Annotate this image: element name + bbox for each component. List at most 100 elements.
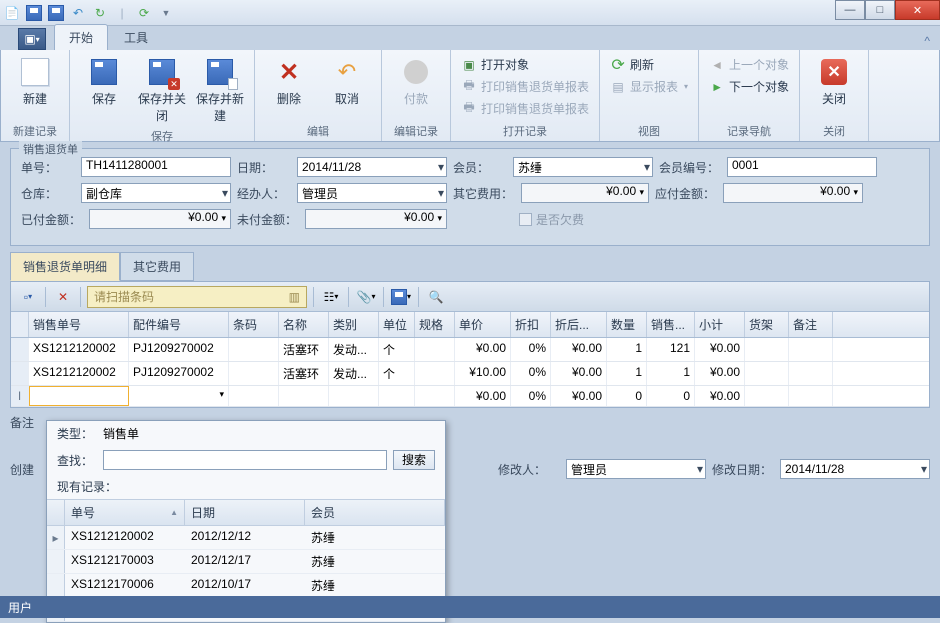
grid-row[interactable]: XS1212120002PJ1209270002活塞环发动...个¥10.000… <box>11 362 929 386</box>
label-receivable: 应付金额： <box>655 185 717 202</box>
print-report2-button: 🖶打印销售退货单报表 <box>457 98 593 119</box>
grid-col[interactable]: 小计 <box>695 312 745 337</box>
group-open-record: 打开记录 <box>457 121 593 139</box>
new-button[interactable]: 新建 <box>7 54 63 109</box>
popup-type-value: 销售单 <box>103 425 139 442</box>
label-warehouse: 仓库： <box>21 185 75 202</box>
tab-start[interactable]: 开始 <box>54 24 108 50</box>
qat-save-icon[interactable] <box>26 5 42 21</box>
grid-row[interactable]: I▾¥0.000%¥0.0000¥0.00 <box>11 386 929 407</box>
chevron-down-icon: ▾ <box>437 213 442 223</box>
popup-search-input[interactable] <box>103 450 387 470</box>
qat-refresh-icon[interactable]: ⟳ <box>136 5 152 21</box>
ib-delete-icon[interactable]: ✕ <box>52 286 74 308</box>
popup-search-label: 查找： <box>57 452 97 469</box>
label-other-fee: 其它费用： <box>453 185 515 202</box>
group-save: 保存 <box>76 126 248 144</box>
detail-toolbar: ▫▾ ✕ 请扫描条码▥ ☷▾ 📎▾ ▾ 🔍 <box>11 282 929 312</box>
grid-col[interactable]: 备注 <box>789 312 833 337</box>
chevron-down-icon: ▾ <box>921 462 927 476</box>
grid-col[interactable]: 折后... <box>551 312 607 337</box>
input-warehouse[interactable]: 副仓库▾ <box>81 183 231 203</box>
group-edit: 编辑 <box>261 121 375 139</box>
popup-col-no[interactable]: 单号▲ <box>65 500 185 525</box>
lookup-popup: 类型： 销售单 查找： 搜索 现有记录： 单号▲ 日期 会员 ▸XS121212… <box>46 420 446 623</box>
open-object-button[interactable]: ▣打开对象 <box>457 54 593 75</box>
group-nav: 记录导航 <box>705 121 793 139</box>
tab-other-fee[interactable]: 其它费用 <box>120 252 194 281</box>
ib-attach-icon[interactable]: 📎▾ <box>355 286 377 308</box>
sales-return-form: 销售退货单 单号： TH1411280001 日期： 2014/11/28▾ 会… <box>10 148 930 246</box>
grid-col[interactable]: 数量 <box>607 312 647 337</box>
grid-col[interactable]: 销售... <box>647 312 695 337</box>
grid-col[interactable]: 类别 <box>329 312 379 337</box>
delete-button[interactable]: ✕删除 <box>261 54 317 109</box>
tab-detail[interactable]: 销售退货单明细 <box>10 252 120 281</box>
chevron-down-icon: ▾ <box>853 187 858 197</box>
close-button[interactable]: ✕关闭 <box>806 54 862 109</box>
grid-col[interactable]: 销售单号 <box>29 312 129 337</box>
cancel-button[interactable]: ↶取消 <box>319 54 375 109</box>
close-window-button[interactable]: ✕ <box>895 0 940 20</box>
popup-row[interactable]: XS12121700062012/10/17苏缍 <box>47 574 445 598</box>
file-menu[interactable]: ▣▾ <box>18 28 46 50</box>
label-member: 会员： <box>453 159 507 176</box>
barcode-input[interactable]: 请扫描条码▥ <box>87 286 307 308</box>
group-close: 关闭 <box>806 121 862 139</box>
popup-search-button[interactable]: 搜索 <box>393 450 435 470</box>
grid-col[interactable]: 货架 <box>745 312 789 337</box>
title-bar: 📄 ↶ ↻ | ⟳ ▼ — □ ✕ <box>0 0 940 26</box>
qat-redo-icon[interactable]: ↻ <box>92 5 108 21</box>
grid-row[interactable]: XS1212120002PJ1209270002活塞环发动...个¥0.000%… <box>11 338 929 362</box>
label-date: 日期： <box>237 159 291 176</box>
popup-row[interactable]: XS12121700032012/12/17苏缍 <box>47 550 445 574</box>
save-button[interactable]: 保存 <box>76 54 132 109</box>
grid-col[interactable]: 条码 <box>229 312 279 337</box>
chevron-down-icon: ▾ <box>438 160 444 174</box>
popup-existing-label: 现有记录： <box>47 474 445 499</box>
ib-save-icon[interactable]: ▾ <box>390 286 412 308</box>
chevron-down-icon: ▾ <box>697 462 703 476</box>
input-member-no[interactable]: 0001 <box>727 157 877 177</box>
ib-tree-icon[interactable]: ☷▾ <box>320 286 342 308</box>
qat-sep-icon: | <box>114 5 130 21</box>
input-other-fee[interactable]: ¥0.00 ▾ <box>521 183 649 203</box>
qat-saveclose-icon[interactable] <box>48 5 64 21</box>
save-close-button[interactable]: ✕保存并关闭 <box>134 54 190 126</box>
qat-dropdown-icon[interactable]: ▼ <box>158 5 174 21</box>
ib-new-icon[interactable]: ▫▾ <box>17 286 39 308</box>
refresh-button[interactable]: ⟳刷新 <box>606 54 692 75</box>
group-edit-record: 编辑记录 <box>388 121 444 139</box>
maximize-button[interactable]: □ <box>865 0 895 20</box>
popup-col-date[interactable]: 日期 <box>185 500 305 525</box>
input-paid[interactable]: ¥0.00 ▾ <box>89 209 231 229</box>
checkbox-is-debt[interactable]: 是否欠费 <box>519 211 584 228</box>
grid-col[interactable]: 配件编号 <box>129 312 229 337</box>
popup-row[interactable]: ▸XS12121200022012/12/12苏缍 <box>47 526 445 550</box>
grid-col[interactable]: 名称 <box>279 312 329 337</box>
grid-col[interactable]: 规格 <box>415 312 455 337</box>
label-member-no: 会员编号： <box>659 159 721 176</box>
ib-search-icon[interactable]: 🔍 <box>425 286 447 308</box>
input-date[interactable]: 2014/11/28▾ <box>297 157 447 177</box>
next-button[interactable]: ►下一个对象 <box>705 76 793 97</box>
input-modifier[interactable]: 管理员▾ <box>566 459 706 479</box>
popup-col-member[interactable]: 会员 <box>305 500 445 525</box>
tab-tools[interactable]: 工具 <box>110 25 162 50</box>
grid-col[interactable]: 单位 <box>379 312 415 337</box>
barcode-icon: ▥ <box>289 290 300 304</box>
detail-panel: ▫▾ ✕ 请扫描条码▥ ☷▾ 📎▾ ▾ 🔍 销售单号配件编号条码名称类别单位规格… <box>10 281 930 408</box>
grid-col[interactable]: 单价 <box>455 312 511 337</box>
input-modify-date[interactable]: 2014/11/28▾ <box>780 459 930 479</box>
grid-col[interactable]: 折扣 <box>511 312 551 337</box>
qat-undo-icon[interactable]: ↶ <box>70 5 86 21</box>
save-new-button[interactable]: 保存并新建 <box>192 54 248 126</box>
status-user: 用户 <box>8 599 32 616</box>
input-member[interactable]: 苏缍▾ <box>513 157 653 177</box>
print-report1-button: 🖶打印销售退货单报表 <box>457 76 593 97</box>
detail-grid[interactable]: 销售单号配件编号条码名称类别单位规格单价折扣折后...数量销售...小计货架备注… <box>11 312 929 407</box>
minimize-button[interactable]: — <box>835 0 865 20</box>
input-handler[interactable]: 管理员▾ <box>297 183 447 203</box>
input-bill-no[interactable]: TH1411280001 <box>81 157 231 177</box>
ribbon-collapse-icon[interactable]: ^ <box>924 34 930 48</box>
